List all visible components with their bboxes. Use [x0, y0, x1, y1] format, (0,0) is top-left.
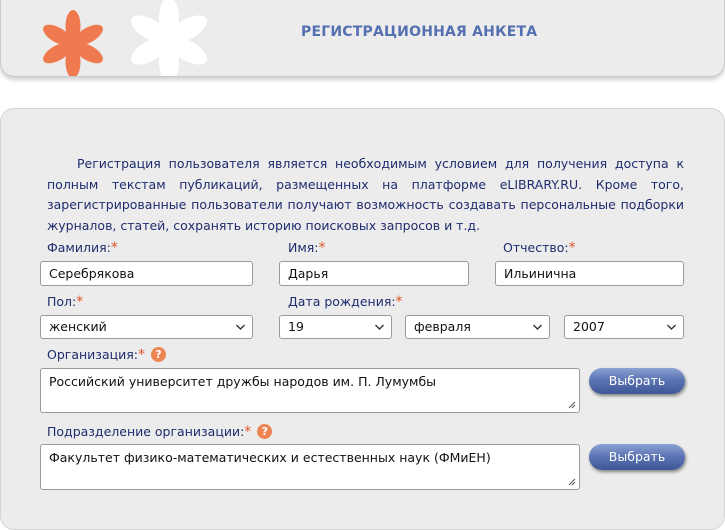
gender-select-value: женский — [49, 319, 107, 334]
required-mark: * — [568, 240, 576, 256]
patronymic-label: Отчество:* — [503, 240, 576, 256]
surname-input[interactable]: Серебрякова — [40, 261, 253, 286]
birth-month-value: февраля — [414, 319, 471, 334]
birthdate-label: Дата рождения:* — [288, 294, 403, 310]
required-mark: * — [76, 294, 84, 310]
page-title: РЕГИСТРАЦИОННАЯ АНКЕТА — [301, 24, 538, 40]
header-panel: РЕГИСТРАЦИОННАЯ АНКЕТА — [0, 0, 725, 77]
organization-textarea[interactable]: Российский университет дружбы народов им… — [40, 368, 580, 413]
chevron-down-icon — [533, 324, 542, 330]
organization-label: Организация:*? — [47, 347, 166, 363]
patronymic-input[interactable]: Ильинична — [495, 261, 684, 286]
birth-day-select[interactable]: 19 — [279, 315, 392, 339]
required-mark: * — [318, 240, 326, 256]
intro-text: Регистрация пользователя является необхо… — [47, 156, 684, 233]
name-input[interactable]: Дарья — [279, 261, 469, 286]
gender-label: Пол:* — [47, 294, 84, 310]
help-icon[interactable]: ? — [150, 347, 166, 362]
name-label: Имя:* — [288, 240, 326, 256]
chevron-down-icon — [667, 324, 676, 330]
resize-grip-icon[interactable] — [567, 400, 576, 409]
department-select-button[interactable]: Выбрать — [589, 444, 685, 470]
birth-year-value: 2007 — [573, 319, 605, 334]
required-mark: * — [137, 347, 145, 363]
birth-day-value: 19 — [288, 319, 304, 334]
help-icon[interactable]: ? — [257, 424, 273, 439]
department-label: Подразделение организации:*? — [47, 424, 273, 440]
required-mark: * — [244, 424, 252, 440]
flower-logo-icon — [43, 0, 207, 76]
organization-value: Российский университет дружбы народов им… — [49, 374, 437, 389]
department-value: Факультет физико-математических и естест… — [49, 450, 491, 465]
gender-select[interactable]: женский — [40, 315, 253, 339]
required-mark: * — [110, 240, 118, 256]
birth-month-select[interactable]: февраля — [405, 315, 550, 339]
resize-grip-icon[interactable] — [567, 477, 576, 486]
birth-year-select[interactable]: 2007 — [564, 315, 684, 339]
organization-select-button[interactable]: Выбрать — [589, 368, 685, 394]
surname-label: Фамилия:* — [47, 240, 118, 256]
chevron-down-icon — [375, 324, 384, 330]
required-mark: * — [395, 294, 403, 310]
department-textarea[interactable]: Факультет физико-математических и естест… — [40, 444, 580, 490]
chevron-down-icon — [236, 324, 245, 330]
